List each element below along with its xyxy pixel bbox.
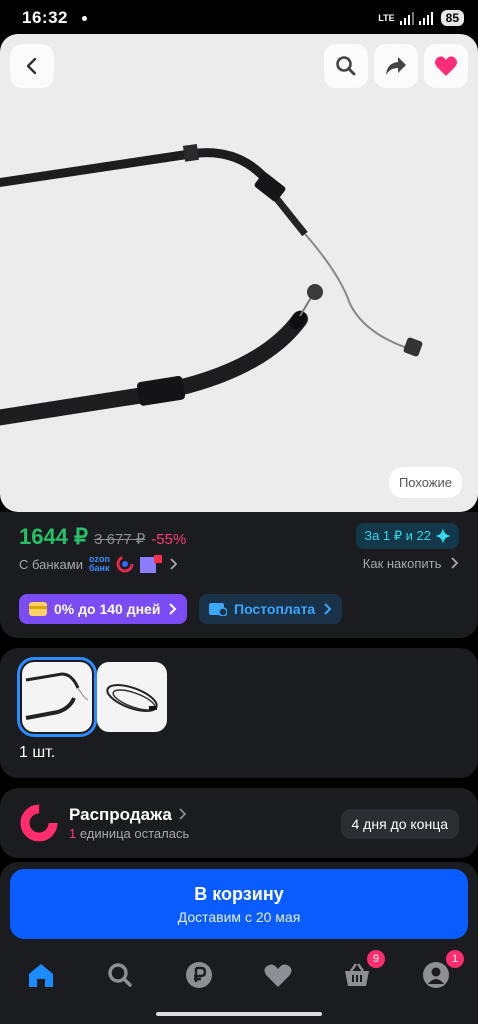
discount-percent: -55%	[151, 531, 187, 548]
basket-icon	[345, 963, 369, 986]
installment-button[interactable]: 0% до 140 дней	[19, 594, 188, 624]
card-icon	[29, 602, 47, 616]
chevron-right-icon	[451, 557, 459, 569]
status-time: 16:32	[22, 8, 68, 27]
share-button[interactable]	[374, 44, 418, 88]
sparkle-icon	[435, 528, 451, 544]
product-image[interactable]: Похожие	[0, 34, 478, 512]
sale-remaining: 1 единица осталась	[69, 826, 189, 841]
share-icon	[386, 57, 406, 75]
battery-level: 85	[440, 10, 464, 26]
how-to-accumulate-link[interactable]: Как накопить	[363, 556, 459, 571]
chevron-left-icon	[26, 57, 37, 75]
heart-icon	[435, 56, 457, 76]
profile-badge: 1	[446, 950, 464, 968]
favorite-button[interactable]	[424, 44, 468, 88]
old-price: 3 677 ₽	[94, 531, 146, 548]
signal-icon-2	[418, 11, 433, 25]
add-to-cart-label: В корзину	[194, 884, 284, 904]
bank-offers[interactable]: С банками ozon банк	[19, 555, 178, 573]
bank-logo-icon	[116, 555, 134, 573]
sale-banner[interactable]: Распродажа 1 единица осталась 4 дня до к…	[0, 788, 478, 858]
cart-badge: 9	[367, 950, 385, 968]
postpay-icon	[209, 603, 227, 616]
variant-image	[106, 684, 158, 712]
tab-search[interactable]	[105, 960, 135, 990]
variant-image	[25, 672, 89, 720]
similar-button[interactable]: Похожие	[388, 467, 462, 498]
quantity-label: 1 шт.	[19, 744, 56, 761]
home-icon	[29, 964, 53, 987]
postpay-label: Постоплата	[234, 601, 316, 617]
signal-icon	[399, 11, 414, 25]
chevron-right-icon	[178, 808, 186, 820]
home-indicator	[156, 1012, 322, 1016]
variant-thumbnail-1[interactable]	[17, 657, 97, 737]
sale-title: Распродажа	[69, 805, 187, 825]
bottom-tab-bar: 9 1	[0, 942, 478, 1024]
chevron-right-icon	[169, 603, 177, 615]
tab-profile[interactable]: 1	[421, 950, 464, 990]
search-icon	[336, 56, 356, 76]
bonus-points-label: За 1 ₽ и 22	[364, 528, 431, 543]
tab-payments[interactable]	[184, 960, 214, 990]
heart-icon	[264, 964, 292, 987]
throttle-cable-photo	[0, 143, 423, 426]
bank-card-icon	[139, 555, 162, 573]
status-icons: LTE 85	[378, 10, 464, 26]
variant-selector: 1 шт.	[0, 648, 478, 778]
back-button[interactable]	[10, 44, 54, 88]
notification-dot	[81, 15, 87, 21]
tab-cart[interactable]: 9	[342, 950, 385, 990]
profile-icon	[423, 962, 449, 988]
tab-home[interactable]	[26, 960, 56, 990]
sale-countdown: 4 дня до конца	[340, 809, 459, 839]
installment-label: 0% до 140 дней	[54, 601, 161, 617]
search-button[interactable]	[324, 44, 368, 88]
sale-ring-icon	[20, 804, 58, 842]
ruble-icon	[186, 962, 212, 988]
variant-thumbnail-2[interactable]	[97, 662, 167, 732]
add-to-cart-button[interactable]: В корзину Доставим с 20 мая	[10, 869, 468, 939]
banks-label: С банками	[19, 556, 83, 572]
network-type: LTE	[378, 12, 395, 23]
current-price: 1644 ₽	[19, 524, 89, 549]
price-row: 1644 ₽ 3 677 ₽ -55%	[19, 524, 186, 550]
postpay-button[interactable]: Постоплата	[199, 594, 343, 624]
tab-favorites[interactable]	[263, 960, 293, 990]
status-bar: 16:32 LTE 85	[0, 0, 478, 36]
price-section: 1644 ₽ 3 677 ₽ -55% За 1 ₽ и 22 С банкам…	[0, 512, 478, 638]
chevron-right-icon	[170, 558, 178, 570]
accumulate-label: Как накопить	[362, 556, 442, 571]
chevron-right-icon	[324, 603, 332, 615]
ozon-bank-logo: ozon банк	[88, 554, 110, 573]
remaining-text: единица осталась	[76, 826, 190, 841]
delivery-date: Доставим с 20 мая	[177, 909, 301, 925]
bonus-points-button[interactable]: За 1 ₽ и 22	[356, 523, 459, 549]
search-icon	[108, 963, 132, 987]
